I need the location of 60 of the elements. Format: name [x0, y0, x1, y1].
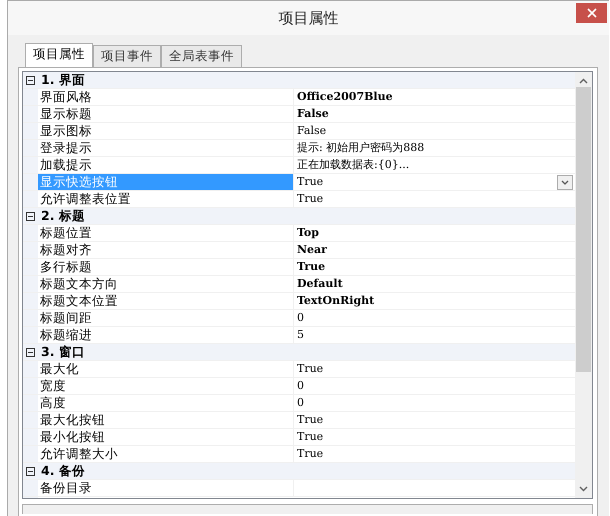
property-name[interactable]: 允许调整大小: [38, 446, 294, 462]
category-label[interactable]: 1. 界面: [38, 72, 85, 88]
close-button[interactable]: [576, 3, 607, 23]
property-name[interactable]: 显示标题: [38, 106, 294, 122]
property-name[interactable]: 标题位置: [38, 225, 294, 241]
close-icon: [586, 8, 596, 18]
property-name[interactable]: 加载提示: [38, 157, 294, 173]
property-value[interactable]: True: [297, 429, 324, 445]
property-value[interactable]: 0: [297, 310, 304, 326]
category-label[interactable]: 4. 备份: [38, 463, 85, 479]
property-name[interactable]: 登录提示: [38, 140, 294, 156]
scroll-thumb[interactable]: [576, 87, 591, 372]
property-name[interactable]: 标题文本位置: [38, 293, 294, 309]
property-name[interactable]: 标题缩进: [38, 327, 294, 343]
property-value[interactable]: True: [297, 259, 326, 275]
property-value[interactable]: False: [297, 106, 329, 122]
property-value[interactable]: 0: [297, 378, 304, 394]
scroll-up-icon[interactable]: [579, 78, 588, 84]
property-value[interactable]: 0: [297, 395, 304, 411]
property-value[interactable]: True: [297, 361, 324, 377]
tab[interactable]: 项目属性: [25, 43, 93, 67]
category-label[interactable]: 2. 标题: [38, 208, 85, 224]
chevron-down-icon: [561, 180, 569, 184]
property-value[interactable]: True: [297, 412, 324, 428]
property-name[interactable]: 最大化按钮: [38, 412, 294, 428]
property-value[interactable]: 5: [297, 327, 304, 343]
property-name[interactable]: 标题间距: [38, 310, 294, 326]
scroll-down-icon[interactable]: [579, 486, 588, 492]
property-name[interactable]: 允许调整表位置: [38, 191, 294, 207]
property-value[interactable]: True: [297, 446, 324, 462]
property-value[interactable]: False: [297, 123, 326, 139]
property-name[interactable]: 备份目录: [38, 480, 294, 496]
property-name[interactable]: 界面风格: [38, 89, 294, 105]
property-value[interactable]: 提示: 初始用户密码为888: [297, 140, 424, 156]
scrollbar[interactable]: [575, 72, 592, 498]
collapse-icon[interactable]: [26, 212, 35, 220]
property-value[interactable]: Office2007Blue: [297, 89, 393, 105]
dropdown-button[interactable]: [557, 174, 573, 190]
collapse-icon[interactable]: [26, 466, 35, 476]
collapse-icon[interactable]: [26, 348, 35, 356]
property-value[interactable]: 正在加载数据表:{0}...: [297, 157, 410, 173]
collapse-icon[interactable]: [26, 76, 35, 84]
property-value[interactable]: TextOnRight: [297, 293, 374, 309]
property-name[interactable]: 标题文本方向: [38, 276, 294, 292]
property-name[interactable]: 标题对齐: [38, 242, 294, 258]
property-value[interactable]: True: [297, 174, 324, 190]
property-value[interactable]: Top: [297, 225, 319, 241]
property-name[interactable]: 最小化按钮: [38, 429, 294, 445]
property-value[interactable]: Default: [297, 276, 343, 292]
property-name[interactable]: 显示图标: [38, 123, 294, 139]
property-name[interactable]: 高度: [38, 395, 294, 411]
category-label[interactable]: 3. 窗口: [38, 344, 85, 360]
property-name[interactable]: 最大化: [38, 361, 294, 377]
tab[interactable]: 项目事件: [93, 45, 161, 67]
property-name[interactable]: 宽度: [38, 378, 294, 394]
property-value[interactable]: True: [297, 191, 324, 207]
window-title: 项目属性: [278, 8, 338, 29]
property-value[interactable]: Near: [297, 242, 327, 258]
tab[interactable]: 全局表事件: [161, 45, 242, 67]
property-name[interactable]: 多行标题: [38, 259, 294, 275]
